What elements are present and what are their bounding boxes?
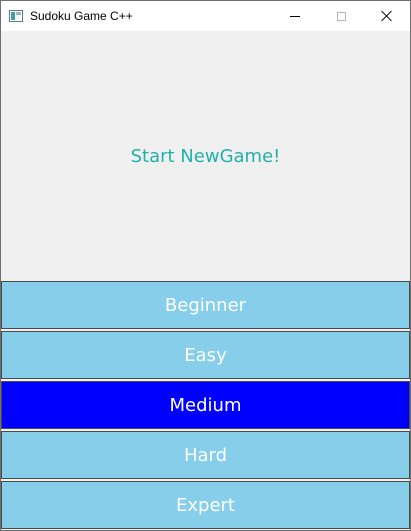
minimize-button[interactable] [272,1,318,31]
maximize-button[interactable] [318,1,364,31]
window-title: Sudoku Game C++ [30,9,133,23]
close-icon [381,10,393,22]
difficulty-button-easy[interactable]: Easy [1,331,410,379]
difficulty-list: Beginner Easy Medium Hard Expert [1,281,410,531]
difficulty-button-medium[interactable]: Medium [1,381,410,429]
maximize-icon [336,11,346,21]
start-banner: Start NewGame! [1,31,410,281]
difficulty-button-expert[interactable]: Expert [1,481,410,529]
start-new-game-label: Start NewGame! [130,145,281,167]
minimize-icon [290,15,300,17]
title-bar[interactable]: Sudoku Game C++ [1,1,410,31]
window-controls [272,1,410,31]
close-button[interactable] [364,1,410,31]
difficulty-button-hard[interactable]: Hard [1,431,410,479]
app-window-icon [9,10,23,22]
app-window: Sudoku Game C++ Start NewGame! Beginner … [0,0,411,531]
difficulty-button-beginner[interactable]: Beginner [1,281,410,329]
